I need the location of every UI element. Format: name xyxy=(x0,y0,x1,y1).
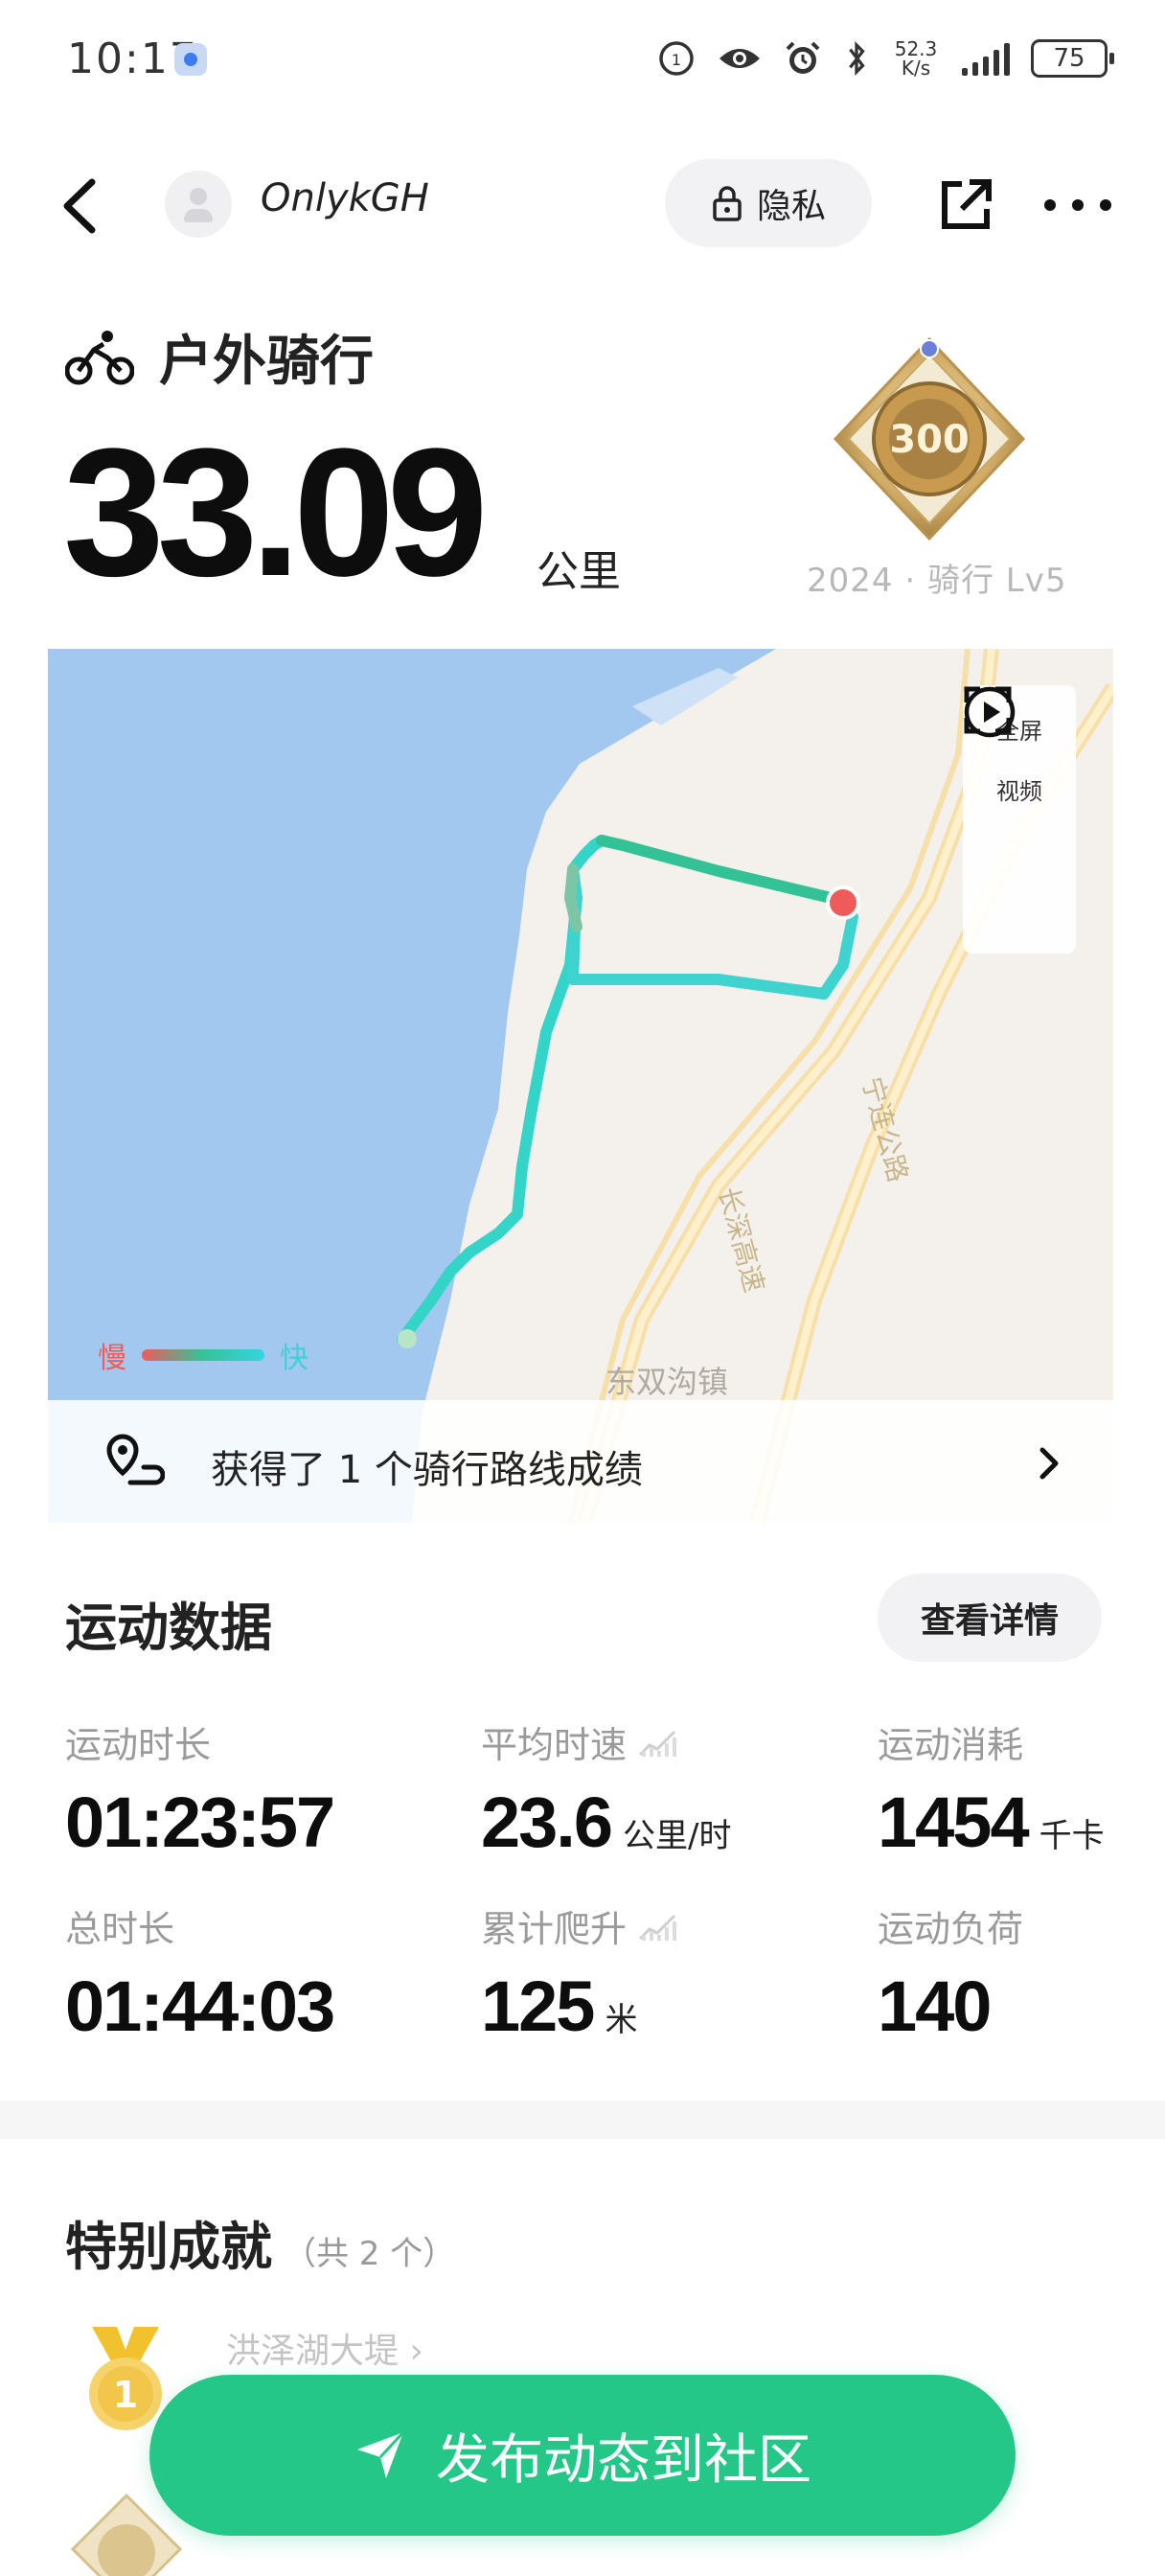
alarm-icon xyxy=(786,41,820,74)
video-button[interactable]: 视频 xyxy=(964,686,1042,806)
battery-level: 75 xyxy=(1053,44,1085,73)
sport-name: 户外骑行 xyxy=(159,331,374,393)
cycling-medal-icon[interactable]: 300 xyxy=(826,335,1033,542)
stat-value: 23.6 xyxy=(481,1782,613,1862)
stat-calories: 运动消耗 1454 千卡 xyxy=(878,1715,1105,1863)
network-speed: 52.3 K/s xyxy=(894,37,938,80)
play-icon xyxy=(964,686,1016,738)
map-canvas: 宁连公路 长深高速 xyxy=(48,649,1113,1523)
stat-label: 平均时速 xyxy=(481,1724,628,1766)
stat-total-duration: 总时长 01:44:03 xyxy=(65,1899,335,2047)
privacy-label: 隐私 xyxy=(756,187,826,226)
publish-to-community-button[interactable]: 发布动态到社区 xyxy=(149,2375,1016,2536)
map-controls: 全屏 视频 xyxy=(963,685,1076,954)
share-icon[interactable] xyxy=(935,174,996,236)
road-label-changShen: 长深高速 xyxy=(712,1184,770,1296)
svg-text:1: 1 xyxy=(672,51,681,69)
stat-label: 运动消耗 xyxy=(878,1724,1024,1766)
town-label: 东双沟镇 xyxy=(605,1364,729,1400)
more-options-icon[interactable] xyxy=(1044,174,1111,236)
lock-icon xyxy=(713,186,742,221)
app-notification-icon xyxy=(174,43,207,76)
stat-unit: 米 xyxy=(605,2001,638,2039)
legend-fast: 快 xyxy=(280,1342,308,1375)
achievement-item-label[interactable]: 洪泽湖大堤 › xyxy=(226,2323,423,2373)
achievements-count: （共 2 个） xyxy=(284,2235,456,2273)
stat-label: 累计爬升 xyxy=(481,1908,628,1950)
stat-unit: 千卡 xyxy=(1039,1817,1105,1855)
distance-value: 33.09 xyxy=(63,411,488,614)
bicycle-icon xyxy=(65,330,134,384)
status-bar: 10:17 1 52.3 K/s 75 xyxy=(0,0,1165,115)
chevron-right-icon xyxy=(1039,1447,1059,1480)
stats-section-title: 运动数据 xyxy=(65,1598,272,1658)
stat-duration: 运动时长 01:23:57 xyxy=(65,1715,335,1863)
sport-type: 户外骑行 xyxy=(65,318,374,396)
trend-chart-icon xyxy=(638,1730,677,1757)
speed-gradient-bar xyxy=(142,1349,264,1361)
section-divider xyxy=(0,2101,1165,2139)
top-navigation: OnlykGH 隐私 xyxy=(0,153,1165,259)
username[interactable]: OnlykGH xyxy=(261,176,429,220)
speed-legend: 慢 快 xyxy=(98,1334,308,1376)
stat-value: 140 xyxy=(878,1966,992,2046)
battery-icon: 75 xyxy=(1031,39,1114,78)
stat-elevation[interactable]: 累计爬升 125 米 xyxy=(481,1899,678,2047)
stat-label: 运动负荷 xyxy=(878,1908,1024,1950)
stat-training-load: 运动负荷 140 xyxy=(878,1899,1023,2047)
eye-icon xyxy=(720,49,760,68)
stat-unit: 公里/时 xyxy=(623,1817,732,1855)
stat-value: 01:23:57 xyxy=(65,1782,335,1862)
signal-icon xyxy=(962,41,1010,76)
trend-chart-icon xyxy=(638,1914,677,1941)
view-details-button[interactable]: 查看详情 xyxy=(878,1574,1102,1662)
stat-value: 1454 xyxy=(878,1782,1030,1862)
route-achievement-text: 获得了 1 个骑行路线成绩 xyxy=(211,1448,643,1492)
achievements-title: 特别成就 （共 2 个） xyxy=(65,2217,456,2277)
send-icon xyxy=(357,2430,405,2478)
route-achievement-bar[interactable]: 获得了 1 个骑行路线成绩 xyxy=(48,1400,1113,1523)
medal-number: 300 xyxy=(889,418,970,462)
privacy-button[interactable]: 隐私 xyxy=(665,159,872,247)
gold-medal-number: 1 xyxy=(113,2374,138,2416)
data-saver-icon: 1 xyxy=(659,41,694,76)
bluetooth-icon xyxy=(849,41,865,76)
stat-label: 总时长 xyxy=(65,1908,175,1950)
stat-value: 125 xyxy=(481,1966,595,2046)
medal-caption: 2024 · 骑行 Lv5 xyxy=(807,562,1067,600)
publish-label: 发布动态到社区 xyxy=(436,2428,811,2492)
stat-label: 运动时长 xyxy=(65,1724,212,1766)
video-label: 视频 xyxy=(996,778,1042,805)
route-pin-icon xyxy=(106,1434,165,1485)
avatar[interactable] xyxy=(165,171,232,238)
stat-avg-speed[interactable]: 平均时速 23.6 公里/时 xyxy=(481,1715,732,1863)
stat-value: 01:44:03 xyxy=(65,1966,335,2046)
back-arrow-icon[interactable] xyxy=(50,172,117,240)
distance-unit: 公里 xyxy=(537,547,621,596)
route-map[interactable]: 宁连公路 长深高速 全屏 视频 慢 快 东双沟镇 获得了 1 个骑行路线成绩 xyxy=(48,649,1113,1523)
legend-slow: 慢 xyxy=(98,1342,126,1375)
